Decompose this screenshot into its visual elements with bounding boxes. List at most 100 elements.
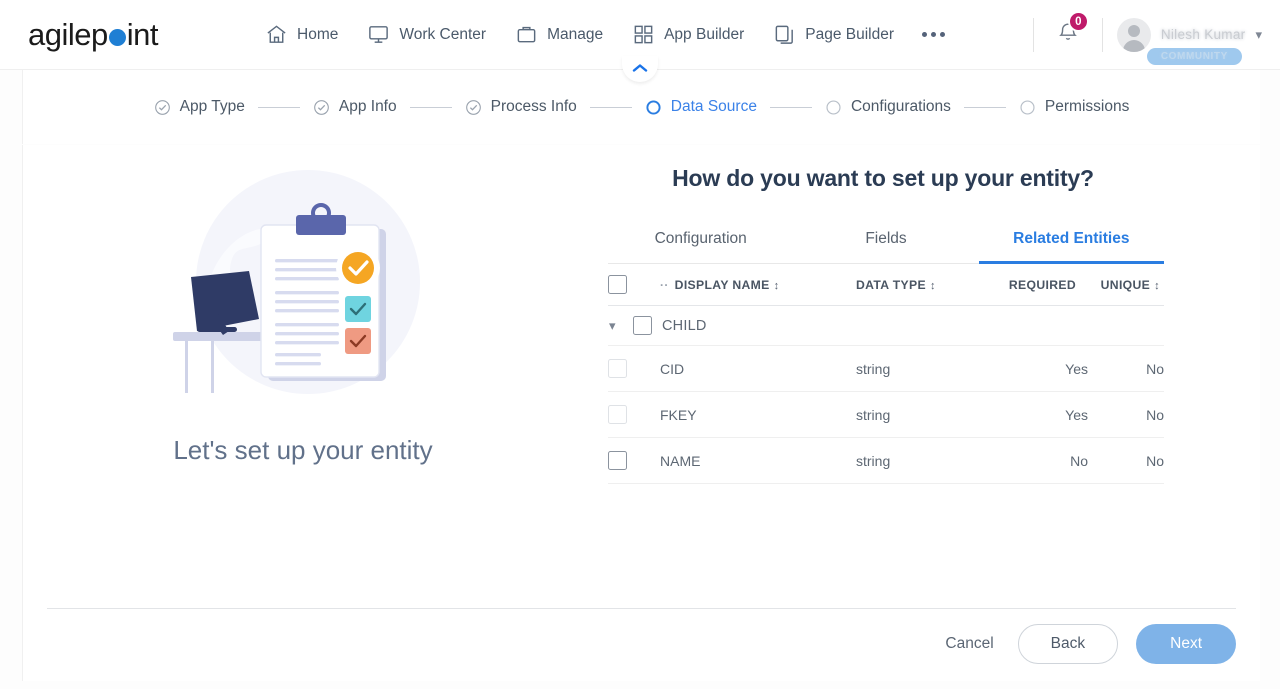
- wizard-content: Let's set up your entity How do you want…: [22, 145, 1260, 681]
- group-checkbox[interactable]: [633, 316, 652, 335]
- table-header: .. DISPLAY NAME ↕ DATA TYPE ↕ REQUIRED UNIQ…: [608, 264, 1164, 306]
- nav-item-manage[interactable]: Manage: [500, 15, 617, 55]
- cell-required: Yes: [996, 345, 1088, 392]
- step-label-data-source: Data Source: [670, 98, 757, 115]
- select-all-checkbox[interactable]: [608, 275, 627, 294]
- logo-text-part2: int: [126, 16, 159, 52]
- logo-dot-icon: [108, 28, 126, 46]
- check-circle-icon: [465, 99, 482, 116]
- th-data-type[interactable]: DATA TYPE ↕: [856, 264, 996, 306]
- entity-tabs: Configuration Fields Related Entities: [608, 230, 1164, 264]
- step-data-source[interactable]: Data Source: [645, 98, 757, 116]
- step-label-configurations: Configurations: [850, 98, 951, 115]
- logo-text-part1: agilep: [28, 16, 108, 52]
- clipboard-checklist-illustration: [153, 167, 453, 417]
- nav-item-work-center[interactable]: Work Center: [352, 15, 500, 55]
- step-app-info[interactable]: App Info: [313, 98, 397, 116]
- grid-icon: [631, 23, 655, 47]
- row-checkbox[interactable]: [608, 359, 627, 378]
- nav-item-app-builder[interactable]: App Builder: [617, 15, 758, 55]
- circle-outline-icon: [825, 99, 842, 116]
- user-menu[interactable]: Nilesh Kumar ▾ COMMUNITY: [1116, 17, 1262, 65]
- th-label-display-name: DISPLAY NAME: [674, 277, 770, 292]
- more-options-icon[interactable]: [908, 22, 959, 47]
- table-row[interactable]: NAME string No No: [608, 437, 1164, 484]
- row-checkbox[interactable]: [608, 451, 627, 470]
- tab-label-fields: Fields: [865, 230, 907, 247]
- next-button[interactable]: Next: [1136, 624, 1236, 664]
- page-title: How do you want to set up your entity?: [672, 165, 1094, 191]
- step-connector-1: [257, 106, 300, 108]
- illustration-caption: Let's set up your entity: [173, 435, 433, 465]
- row-select-cell: [608, 391, 660, 438]
- circle-outline-icon: [645, 99, 662, 116]
- notification-badge: 0: [1067, 11, 1089, 32]
- nav-label-page-builder: Page Builder: [805, 25, 894, 43]
- tab-label-related-entities: Related Entities: [1013, 230, 1130, 247]
- app-page: agilep int Home Work Center Manage App B…: [0, 0, 1280, 689]
- nav-item-page-builder[interactable]: Page Builder: [758, 15, 908, 55]
- header-divider-1: [1032, 17, 1034, 52]
- wizard-footer-actions: Cancel Back Next: [939, 624, 1236, 664]
- check-circle-icon: [313, 99, 330, 116]
- chevron-down-icon[interactable]: ▾: [609, 318, 623, 334]
- entity-setup-panel: How do you want to set up your entity? C…: [583, 165, 1183, 484]
- notifications-button[interactable]: 0: [1048, 11, 1089, 55]
- step-connector-5: [963, 106, 1006, 108]
- th-label-data-type: DATA TYPE: [856, 277, 926, 292]
- cell-display-name: CID: [660, 345, 856, 392]
- user-plan-badge: COMMUNITY: [1146, 47, 1242, 65]
- tab-label-configuration: Configuration: [654, 230, 747, 247]
- step-label-process-info: Process Info: [490, 98, 577, 115]
- th-unique[interactable]: UNIQUE ↕: [1088, 264, 1164, 306]
- related-entities-table: .. DISPLAY NAME ↕ DATA TYPE ↕ REQUIRED UNIQ…: [608, 264, 1164, 484]
- bell-icon: [1056, 23, 1080, 48]
- cell-data-type: string: [856, 391, 996, 438]
- avatar: [1116, 17, 1151, 52]
- nav-item-home[interactable]: Home: [250, 15, 352, 55]
- step-configurations[interactable]: Configurations: [825, 98, 951, 116]
- cell-required: Yes: [996, 391, 1088, 438]
- header-right-actions: 0 Nilesh Kumar ▾ COMMUNITY: [1019, 11, 1280, 65]
- step-connector-4: [769, 106, 812, 108]
- nav-label-work-center: Work Center: [399, 25, 487, 43]
- chevron-up-icon: [632, 60, 648, 78]
- table-row[interactable]: FKEY string Yes No: [608, 391, 1164, 438]
- user-name-label: Nilesh Kumar: [1160, 27, 1246, 42]
- main-navigation: Home Work Center Manage App Builder Page…: [250, 15, 1019, 55]
- table-group-row[interactable]: ▾ CHILD: [608, 305, 1164, 346]
- sort-icon[interactable]: ↕: [930, 280, 936, 292]
- th-required[interactable]: REQUIRED: [996, 264, 1088, 306]
- back-button[interactable]: Back: [1017, 624, 1119, 664]
- home-icon: [264, 23, 288, 47]
- step-label-permissions: Permissions: [1044, 98, 1130, 115]
- tab-related-entities[interactable]: Related Entities: [978, 230, 1164, 264]
- step-app-type[interactable]: App Type: [154, 98, 245, 116]
- row-select-cell: [608, 345, 660, 392]
- circle-outline-icon: [1019, 99, 1036, 116]
- sort-icon[interactable]: ↕: [1154, 280, 1160, 292]
- step-connector-3: [589, 106, 632, 108]
- nav-label-home: Home: [297, 25, 339, 43]
- agilepoint-logo[interactable]: agilep int: [0, 17, 250, 53]
- th-display-name[interactable]: .. DISPLAY NAME ↕: [660, 264, 856, 306]
- monitor-icon: [366, 23, 390, 47]
- step-label-app-info: App Info: [338, 98, 397, 115]
- nav-label-app-builder: App Builder: [664, 25, 745, 43]
- tab-configuration[interactable]: Configuration: [608, 230, 794, 264]
- cancel-button[interactable]: Cancel: [939, 627, 999, 661]
- briefcase-icon: [514, 23, 538, 47]
- sort-icon[interactable]: ↕: [774, 280, 780, 292]
- step-permissions[interactable]: Permissions: [1019, 98, 1129, 116]
- cell-required: No: [996, 437, 1088, 484]
- tab-fields[interactable]: Fields: [793, 230, 979, 264]
- table-row[interactable]: CID string Yes No: [608, 345, 1164, 392]
- step-process-info[interactable]: Process Info: [465, 98, 577, 116]
- illustration-panel: Let's set up your entity: [23, 145, 583, 466]
- row-checkbox[interactable]: [608, 405, 627, 424]
- check-circle-icon: [154, 99, 171, 116]
- step-connector-2: [409, 106, 452, 108]
- group-label: CHILD: [662, 317, 707, 334]
- step-label-app-type: App Type: [179, 98, 245, 115]
- logo-text: agilep int: [28, 16, 159, 53]
